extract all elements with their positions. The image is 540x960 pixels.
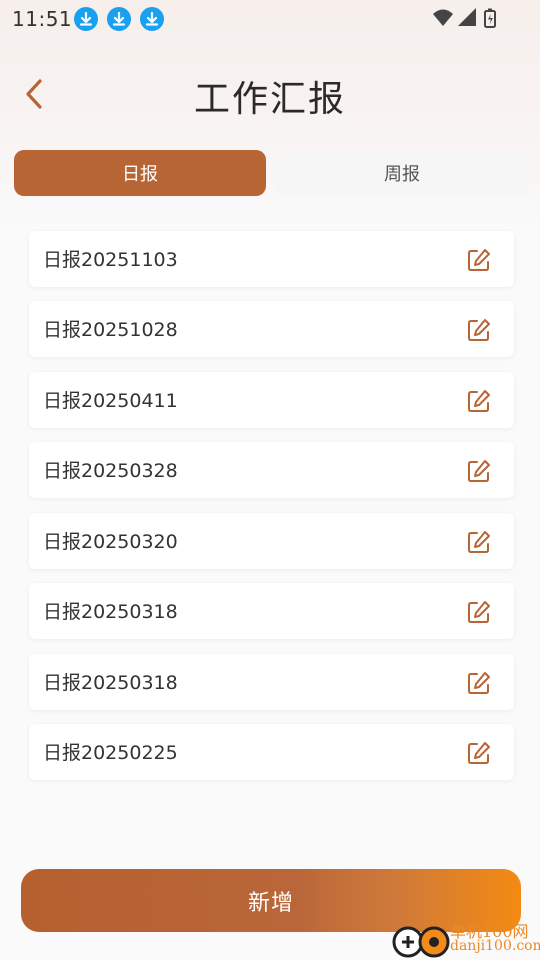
- status-bar: 11:51: [0, 0, 540, 38]
- tab-daily[interactable]: 日报: [14, 150, 266, 196]
- edit-icon[interactable]: [466, 317, 492, 343]
- edit-icon[interactable]: [466, 599, 492, 625]
- edit-icon[interactable]: [466, 388, 492, 414]
- report-title: 日报20250225: [43, 742, 178, 764]
- wifi-icon: [433, 9, 453, 26]
- report-title: 日报20251028: [43, 319, 178, 341]
- edit-icon[interactable]: [466, 670, 492, 696]
- report-title: 日报20250318: [43, 672, 178, 694]
- battery-icon: [484, 8, 496, 28]
- download-icon: [74, 7, 98, 31]
- watermark: 单机100网 danji100.com: [390, 918, 540, 960]
- list-item[interactable]: 日报20251103: [29, 231, 514, 287]
- edit-icon[interactable]: [466, 247, 492, 273]
- status-time: 11:51: [12, 7, 73, 31]
- page-title: 工作汇报: [193, 79, 346, 120]
- edit-icon[interactable]: [466, 458, 492, 484]
- edit-icon[interactable]: [466, 529, 492, 555]
- list-item[interactable]: 日报20250318: [29, 654, 514, 710]
- report-title: 日报20250411: [43, 390, 178, 412]
- report-title: 日报20250328: [43, 460, 178, 482]
- report-title: 日报20250318: [43, 601, 178, 623]
- watermark-url: danji100.com: [450, 938, 540, 954]
- edit-icon[interactable]: [466, 740, 492, 766]
- header: 工作汇报: [0, 60, 540, 130]
- list-item[interactable]: 日报20250320: [29, 513, 514, 569]
- signal-icon: [458, 8, 476, 26]
- list-item[interactable]: 日报20250328: [29, 442, 514, 498]
- report-title: 日报20250320: [43, 531, 178, 553]
- list-item[interactable]: 日报20250225: [29, 724, 514, 780]
- tab-weekly[interactable]: 周报: [276, 150, 528, 196]
- system-icons: [432, 8, 502, 34]
- list-item[interactable]: 日报20250318: [29, 583, 514, 639]
- download-icon: [107, 7, 131, 31]
- list-item[interactable]: 日报20250411: [29, 372, 514, 428]
- list-item[interactable]: 日报20251028: [29, 301, 514, 357]
- watermark-logo-icon: [392, 926, 450, 958]
- report-tabs: 日报 周报: [14, 150, 528, 196]
- download-icon: [140, 7, 164, 31]
- report-title: 日报20251103: [43, 249, 178, 271]
